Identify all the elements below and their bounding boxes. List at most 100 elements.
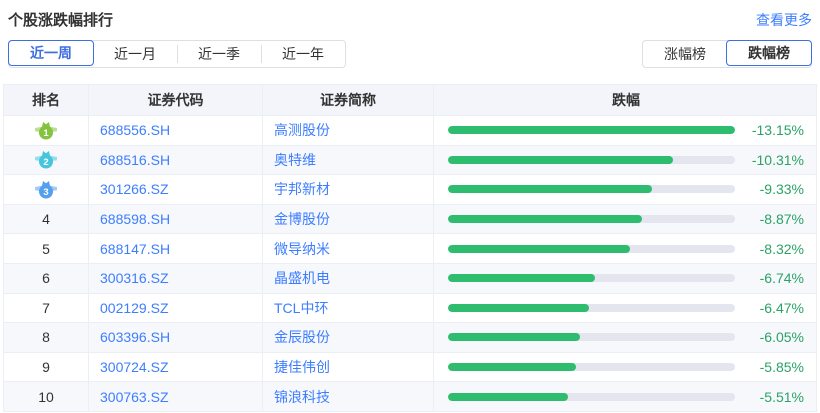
toggle-gainers[interactable]: 涨幅榜 xyxy=(643,41,727,67)
stock-code-link[interactable]: 688147.SH xyxy=(89,234,263,263)
view-more-link[interactable]: 查看更多 xyxy=(756,10,812,30)
table-row[interactable]: 8 603396.SH 金辰股份 -6.05% xyxy=(4,322,816,352)
stock-code-link[interactable]: 300763.SZ xyxy=(89,382,263,411)
stock-name-link[interactable]: 晶盛机电 xyxy=(263,264,434,293)
decline-bar-fill xyxy=(448,126,735,134)
rank-1-medal-icon: 1 xyxy=(34,120,58,141)
rank-number: 6 xyxy=(42,270,50,286)
change-cell: -6.47% xyxy=(434,294,816,323)
stock-code-link[interactable]: 301266.SZ xyxy=(89,175,263,204)
table-row[interactable]: 6 300316.SZ 晶盛机电 -6.74% xyxy=(4,263,816,293)
rank-cell: 4 xyxy=(4,205,89,234)
table-row[interactable]: 7 002129.SZ TCL中环 -6.47% xyxy=(4,293,816,323)
decline-percent: -13.15% xyxy=(752,122,804,138)
tab-last-year[interactable]: 近一年 xyxy=(261,41,345,67)
table-row[interactable]: 9 300724.SZ 捷佳伟创 -5.85% xyxy=(4,352,816,382)
stock-name-link[interactable]: TCL中环 xyxy=(263,294,434,323)
stock-code-link[interactable]: 688598.SH xyxy=(89,205,263,234)
table-row[interactable]: 4 688598.SH 金博股份 -8.87% xyxy=(4,204,816,234)
stock-name-link[interactable]: 金辰股份 xyxy=(263,323,434,352)
svg-text:3: 3 xyxy=(43,187,48,198)
decline-percent: -8.87% xyxy=(760,211,804,227)
toggle-losers[interactable]: 跌幅榜 xyxy=(726,40,812,66)
decline-bar-track xyxy=(448,274,735,282)
decline-bar-fill xyxy=(448,245,630,253)
rank-cell: 2 xyxy=(4,146,89,175)
widget-title: 个股涨跌幅排行 xyxy=(8,9,113,30)
change-cell: -13.15% xyxy=(434,116,816,145)
table-body: 1 688556.SH 高测股份 -13.15% 2 688516.SH 奥特维… xyxy=(4,115,816,411)
stock-code-link[interactable]: 688516.SH xyxy=(89,146,263,175)
decline-bar-track xyxy=(448,393,735,401)
decline-bar-track xyxy=(448,363,735,371)
rank-number: 9 xyxy=(42,359,50,375)
decline-bar-track xyxy=(448,304,735,312)
column-header-code: 证券代码 xyxy=(89,85,263,115)
decline-bar-fill xyxy=(448,393,568,401)
stock-code-link[interactable]: 300724.SZ xyxy=(89,353,263,382)
stock-code-link[interactable]: 603396.SH xyxy=(89,323,263,352)
stock-name-link[interactable]: 奥特维 xyxy=(263,146,434,175)
decline-bar-track xyxy=(448,245,735,253)
rank-number: 5 xyxy=(42,241,50,257)
tab-last-quarter[interactable]: 近一季 xyxy=(177,41,261,67)
change-cell: -6.05% xyxy=(434,323,816,352)
stock-ranking-widget: 个股涨跌幅排行 查看更多 近一周 近一月 近一季 近一年 涨幅榜 跌幅榜 排名 … xyxy=(0,0,820,412)
stock-name-link[interactable]: 锦浪科技 xyxy=(263,382,434,411)
decline-percent: -9.33% xyxy=(760,181,804,197)
stock-code-link[interactable]: 688556.SH xyxy=(89,116,263,145)
widget-header: 个股涨跌幅排行 查看更多 xyxy=(3,9,817,30)
board-toggle-group: 涨幅榜 跌幅榜 xyxy=(642,40,812,68)
decline-percent: -5.85% xyxy=(760,359,804,375)
tab-last-month[interactable]: 近一月 xyxy=(93,41,177,67)
table-row[interactable]: 10 300763.SZ 锦浪科技 -5.51% xyxy=(4,381,816,411)
rank-number: 10 xyxy=(38,389,54,405)
decline-bar-track xyxy=(448,215,735,223)
tab-last-week[interactable]: 近一周 xyxy=(8,40,94,66)
svg-text:1: 1 xyxy=(43,128,49,139)
decline-bar-track xyxy=(448,126,735,134)
rank-cell: 5 xyxy=(4,234,89,263)
stock-name-link[interactable]: 微导纳米 xyxy=(263,234,434,263)
decline-bar-fill xyxy=(448,156,673,164)
decline-bar-track xyxy=(448,333,735,341)
decline-bar-track xyxy=(448,185,735,193)
change-cell: -8.87% xyxy=(434,205,816,234)
table-row[interactable]: 5 688147.SH 微导纳米 -8.32% xyxy=(4,233,816,263)
decline-percent: -5.51% xyxy=(760,389,804,405)
table-row[interactable]: 1 688556.SH 高测股份 -13.15% xyxy=(4,115,816,145)
table-header-row: 排名 证券代码 证券简称 跌幅 xyxy=(4,85,816,115)
decline-bar-track xyxy=(448,156,735,164)
stock-name-link[interactable]: 高测股份 xyxy=(263,116,434,145)
table-row[interactable]: 2 688516.SH 奥特维 -10.31% xyxy=(4,145,816,175)
rank-cell: 8 xyxy=(4,323,89,352)
stock-name-link[interactable]: 金博股份 xyxy=(263,205,434,234)
table-row[interactable]: 3 301266.SZ 宇邦新材 -9.33% xyxy=(4,174,816,204)
rank-cell: 3 xyxy=(4,175,89,204)
stock-code-link[interactable]: 300316.SZ xyxy=(89,264,263,293)
controls-row: 近一周 近一月 近一季 近一年 涨幅榜 跌幅榜 xyxy=(3,40,817,68)
decline-bar-fill xyxy=(448,304,589,312)
decline-percent: -10.31% xyxy=(752,152,804,168)
rank-number: 8 xyxy=(42,329,50,345)
stock-name-link[interactable]: 宇邦新材 xyxy=(263,175,434,204)
rank-2-medal-icon: 2 xyxy=(34,149,58,170)
decline-bar-fill xyxy=(448,185,652,193)
change-cell: -6.74% xyxy=(434,264,816,293)
rank-cell: 10 xyxy=(4,382,89,411)
decline-bar-fill xyxy=(448,274,595,282)
svg-text:2: 2 xyxy=(43,157,48,168)
column-header-change: 跌幅 xyxy=(434,85,816,115)
decline-percent: -6.47% xyxy=(760,300,804,316)
stock-name-link[interactable]: 捷佳伟创 xyxy=(263,353,434,382)
decline-bar-fill xyxy=(448,333,580,341)
decline-bar-fill xyxy=(448,363,576,371)
rank-cell: 6 xyxy=(4,264,89,293)
rank-number: 4 xyxy=(42,211,50,227)
change-cell: -8.32% xyxy=(434,234,816,263)
stock-code-link[interactable]: 002129.SZ xyxy=(89,294,263,323)
decline-percent: -8.32% xyxy=(760,241,804,257)
rank-number: 7 xyxy=(42,300,50,316)
decline-percent: -6.74% xyxy=(760,270,804,286)
rank-cell: 7 xyxy=(4,294,89,323)
